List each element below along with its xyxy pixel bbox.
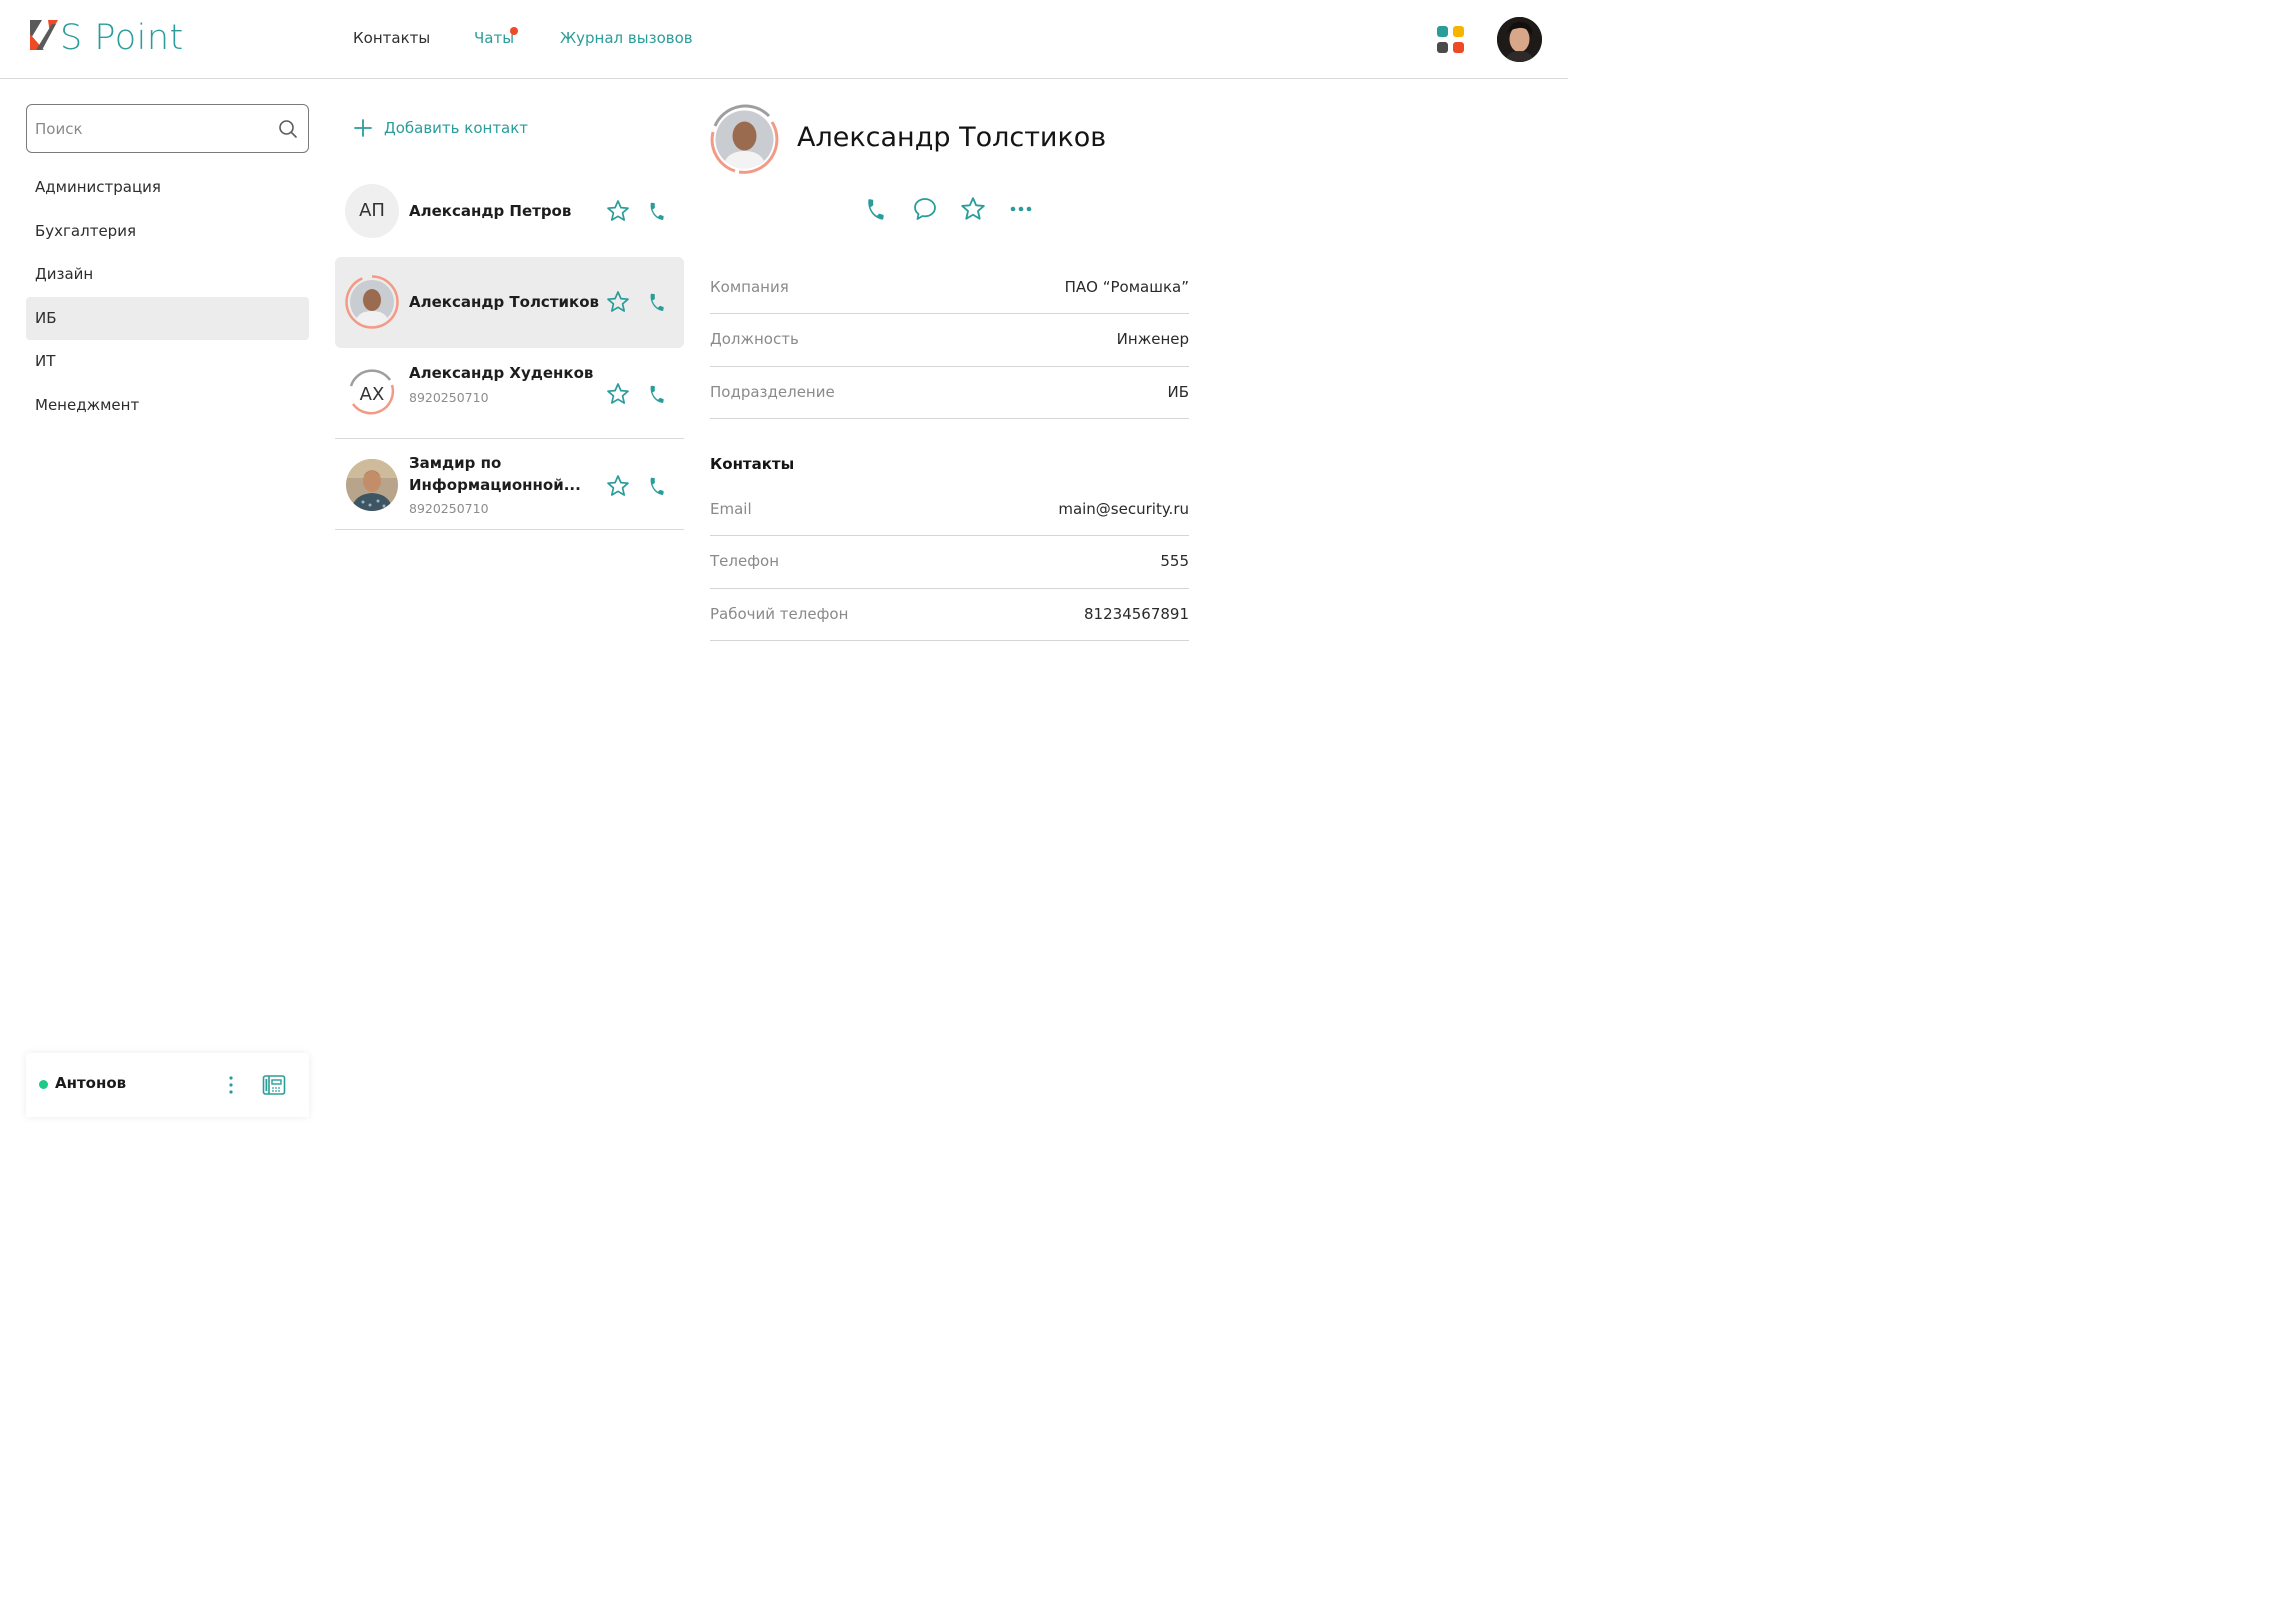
logo-text: S Point	[60, 18, 184, 58]
contact-avatar	[346, 459, 398, 511]
search-icon[interactable]	[278, 119, 298, 139]
favorite-star-icon[interactable]	[960, 196, 986, 222]
apps-tile	[1453, 26, 1464, 37]
phone-value[interactable]: 555	[1160, 552, 1189, 570]
nav-chats-label: Чаты	[474, 29, 515, 47]
phone-icon[interactable]	[647, 291, 669, 313]
info-value: ПАО “Ромашка”	[1064, 278, 1189, 296]
chat-icon[interactable]	[912, 196, 938, 222]
phone-icon[interactable]	[647, 200, 669, 222]
apps-grid-icon[interactable]	[1437, 26, 1465, 54]
detail-avatar	[710, 104, 779, 174]
contact-list: АП Александр Петров Александр Толстиков	[335, 166, 684, 530]
detail-actions	[864, 196, 1044, 224]
work-phone-value[interactable]: 81234567891	[1084, 605, 1189, 623]
detail-contact-name: Александр Толстиков	[797, 122, 1107, 153]
star-icon[interactable]	[606, 290, 630, 314]
contact-row[interactable]: Замдир по Информационной... 8920250710	[335, 439, 684, 530]
user-avatar[interactable]	[1497, 17, 1542, 62]
star-icon[interactable]	[606, 382, 630, 406]
department-item-infosec[interactable]: ИБ	[26, 296, 309, 340]
star-icon[interactable]	[606, 199, 630, 223]
more-options-icon[interactable]	[1008, 196, 1034, 222]
contact-avatar: АП	[345, 184, 399, 238]
info-row-department: Подразделение ИБ	[710, 367, 1189, 419]
contact-name: Александр Петров	[409, 202, 572, 220]
department-item-it[interactable]: ИТ	[26, 340, 309, 384]
add-contact-button[interactable]: Добавить контакт	[354, 116, 528, 140]
search-input[interactable]	[35, 117, 265, 141]
search-box	[26, 104, 309, 153]
contact-methods-table: Email main@security.ru Телефон 555 Рабоч…	[710, 484, 1189, 641]
info-value: Инженер	[1116, 330, 1189, 349]
apps-tile	[1453, 42, 1464, 53]
apps-tile	[1437, 42, 1448, 53]
app-logo[interactable]: S Point	[30, 18, 184, 58]
notification-dot	[510, 27, 519, 35]
contact-avatar	[345, 275, 399, 329]
contacts-section-title: Контакты	[710, 455, 795, 473]
info-row-work-phone: Рабочий телефон 81234567891	[710, 589, 1189, 641]
nav-contacts[interactable]: Контакты	[353, 29, 430, 47]
contact-name: Александр Худенков	[409, 364, 594, 382]
info-label: Подразделение	[710, 382, 835, 401]
contact-name-line1: Замдир по	[409, 454, 502, 472]
email-value[interactable]: main@security.ru	[1058, 500, 1189, 518]
contact-initials: АХ	[359, 384, 385, 405]
contact-name: Александр Толстиков	[409, 293, 599, 311]
info-label: Компания	[710, 278, 789, 296]
department-item-accounting[interactable]: Бухгалтерия	[26, 210, 309, 254]
phone-icon[interactable]	[647, 383, 669, 405]
info-row-company: Компания ПАО “Ромашка”	[710, 262, 1189, 315]
current-user-name: Антонов	[55, 1074, 127, 1092]
apps-tile	[1437, 26, 1448, 37]
contact-name-line2: Информационной...	[409, 476, 581, 494]
department-item-management[interactable]: Менеджмент	[26, 384, 309, 428]
call-icon[interactable]	[864, 196, 890, 222]
info-label: Должность	[710, 330, 799, 349]
info-row-position: Должность Инженер	[710, 314, 1189, 367]
main-nav: Контакты Чаты Журнал вызовов	[353, 27, 693, 47]
info-label: Рабочий телефон	[710, 604, 849, 623]
plus-icon	[354, 119, 372, 137]
user-avatar-image	[1497, 17, 1542, 62]
contact-phone: 8920250710	[409, 390, 489, 405]
department-list: Администрация Бухгалтерия Дизайн ИБ ИТ М…	[26, 166, 309, 427]
contact-info-table: Компания ПАО “Ромашка” Должность Инженер…	[710, 262, 1189, 419]
contact-initials: АП	[359, 200, 385, 221]
add-contact-label: Добавить контакт	[384, 119, 529, 137]
contact-phone: 8920250710	[409, 501, 489, 516]
current-user-card: Антонов	[26, 1053, 309, 1117]
info-row-email: Email main@security.ru	[710, 484, 1189, 537]
contact-row[interactable]: АП Александр Петров	[335, 166, 684, 257]
kebab-menu-icon[interactable]	[226, 1074, 236, 1096]
online-status-dot	[39, 1080, 48, 1089]
nav-call-log[interactable]: Журнал вызовов	[560, 29, 693, 47]
info-label: Email	[710, 500, 752, 518]
info-row-phone: Телефон 555	[710, 536, 1189, 589]
logo-mark-icon	[30, 20, 60, 50]
star-icon[interactable]	[606, 474, 630, 498]
phonebook-icon[interactable]	[262, 1073, 286, 1097]
contact-row[interactable]: АХ Александр Худенков 8920250710	[335, 348, 684, 439]
nav-chats[interactable]: Чаты	[474, 27, 519, 47]
info-label: Телефон	[710, 552, 780, 571]
department-item-administration[interactable]: Администрация	[26, 166, 309, 210]
top-header: S Point Контакты Чаты Журнал вызовов	[0, 0, 1568, 79]
info-value: ИБ	[1167, 382, 1189, 401]
contact-row-selected[interactable]: Александр Толстиков	[335, 257, 684, 348]
department-item-design[interactable]: Дизайн	[26, 253, 309, 297]
phone-icon[interactable]	[647, 475, 669, 497]
